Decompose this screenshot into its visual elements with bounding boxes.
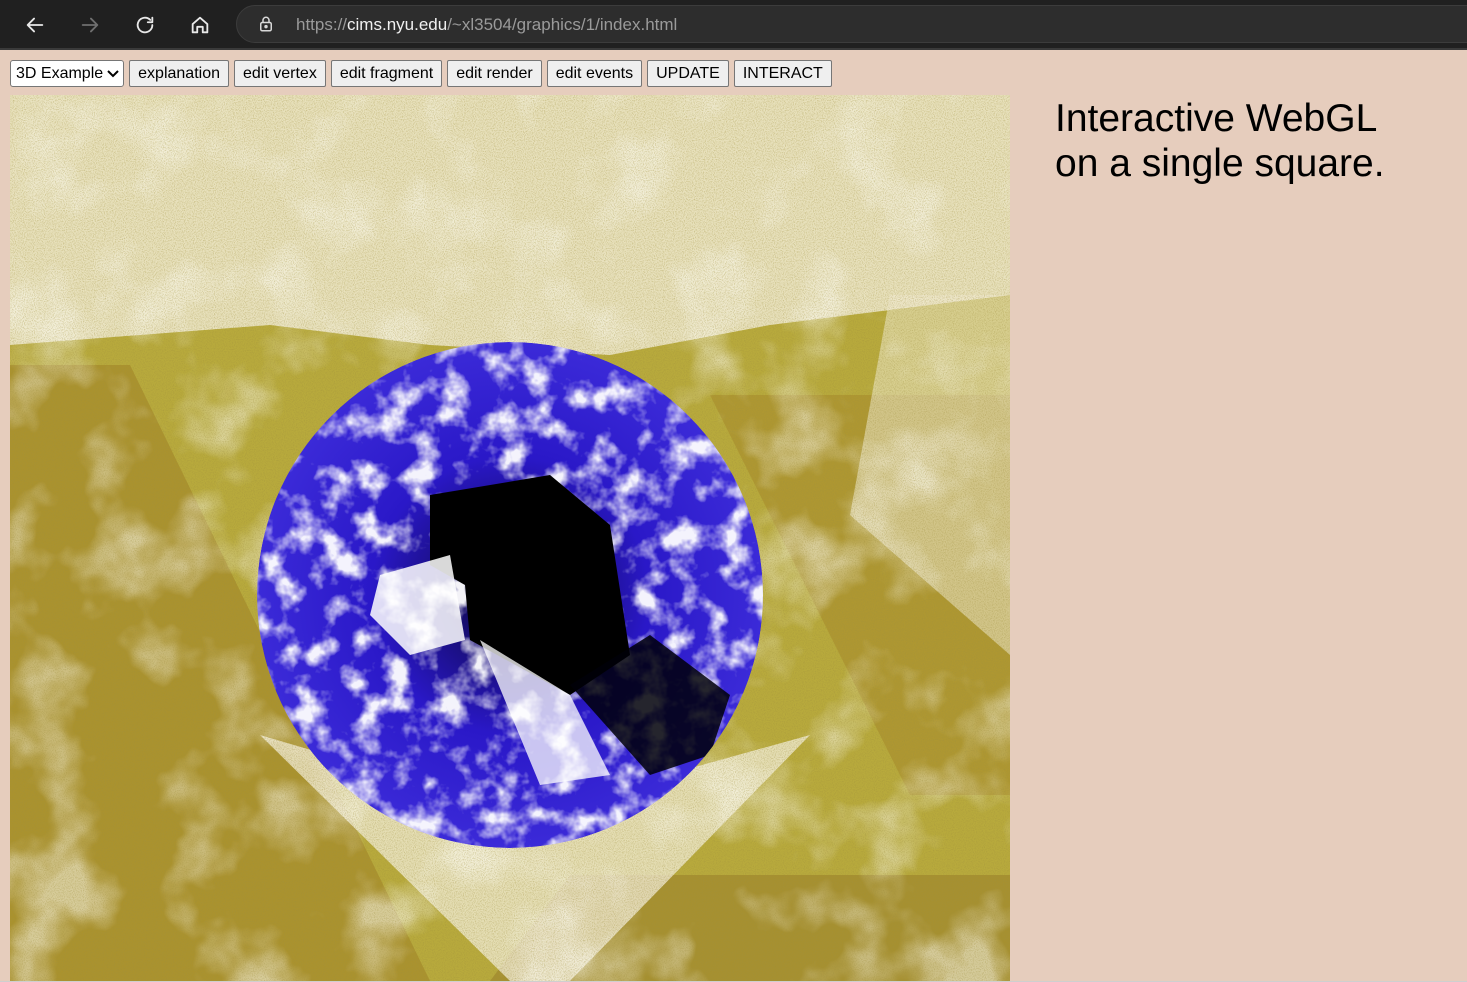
address-bar[interactable]: https://cims.nyu.edu/~xl3504/graphics/1/… xyxy=(236,5,1467,43)
url-text: https://cims.nyu.edu/~xl3504/graphics/1/… xyxy=(296,15,677,35)
arrow-right-icon xyxy=(81,17,99,33)
edit-vertex-button[interactable]: edit vertex xyxy=(234,60,326,87)
url-path: /~xl3504/graphics/1/index.html xyxy=(447,15,678,34)
lock-icon xyxy=(260,16,272,32)
title-line-2: on a single square. xyxy=(1055,142,1385,185)
title-line-1: Interactive WebGL xyxy=(1055,97,1378,140)
example-select[interactable]: 3D Example xyxy=(10,60,125,87)
url-prefix: https:// xyxy=(296,15,348,34)
reload-icon xyxy=(136,16,154,34)
home-icon xyxy=(191,16,209,34)
url-host: cims.nyu.edu xyxy=(347,15,448,34)
reload-button[interactable] xyxy=(127,7,163,43)
page-title: Interactive WebGL on a single square. xyxy=(1055,96,1455,186)
edit-fragment-button[interactable]: edit fragment xyxy=(330,60,443,87)
chevron-down-icon xyxy=(107,69,119,77)
forward-button[interactable] xyxy=(72,7,108,43)
home-button[interactable] xyxy=(182,7,218,43)
page-toolbar: 3D Example explanation edit vertex edit … xyxy=(10,60,832,88)
chrome-divider xyxy=(0,48,1467,50)
explanation-button[interactable]: explanation xyxy=(129,60,229,87)
sphere xyxy=(257,342,763,848)
arrow-left-icon xyxy=(26,17,44,33)
browser-toolbar: https://cims.nyu.edu/~xl3504/graphics/1/… xyxy=(0,0,1467,50)
edit-render-button[interactable]: edit render xyxy=(447,60,542,87)
edit-events-button[interactable]: edit events xyxy=(546,60,643,87)
example-select-value: 3D Example xyxy=(16,65,104,82)
interact-button[interactable]: INTERACT xyxy=(733,60,832,87)
canvas-render xyxy=(10,95,1010,981)
update-button[interactable]: UPDATE xyxy=(647,60,729,87)
webgl-canvas[interactable] xyxy=(10,95,1010,981)
back-button[interactable] xyxy=(17,7,53,43)
